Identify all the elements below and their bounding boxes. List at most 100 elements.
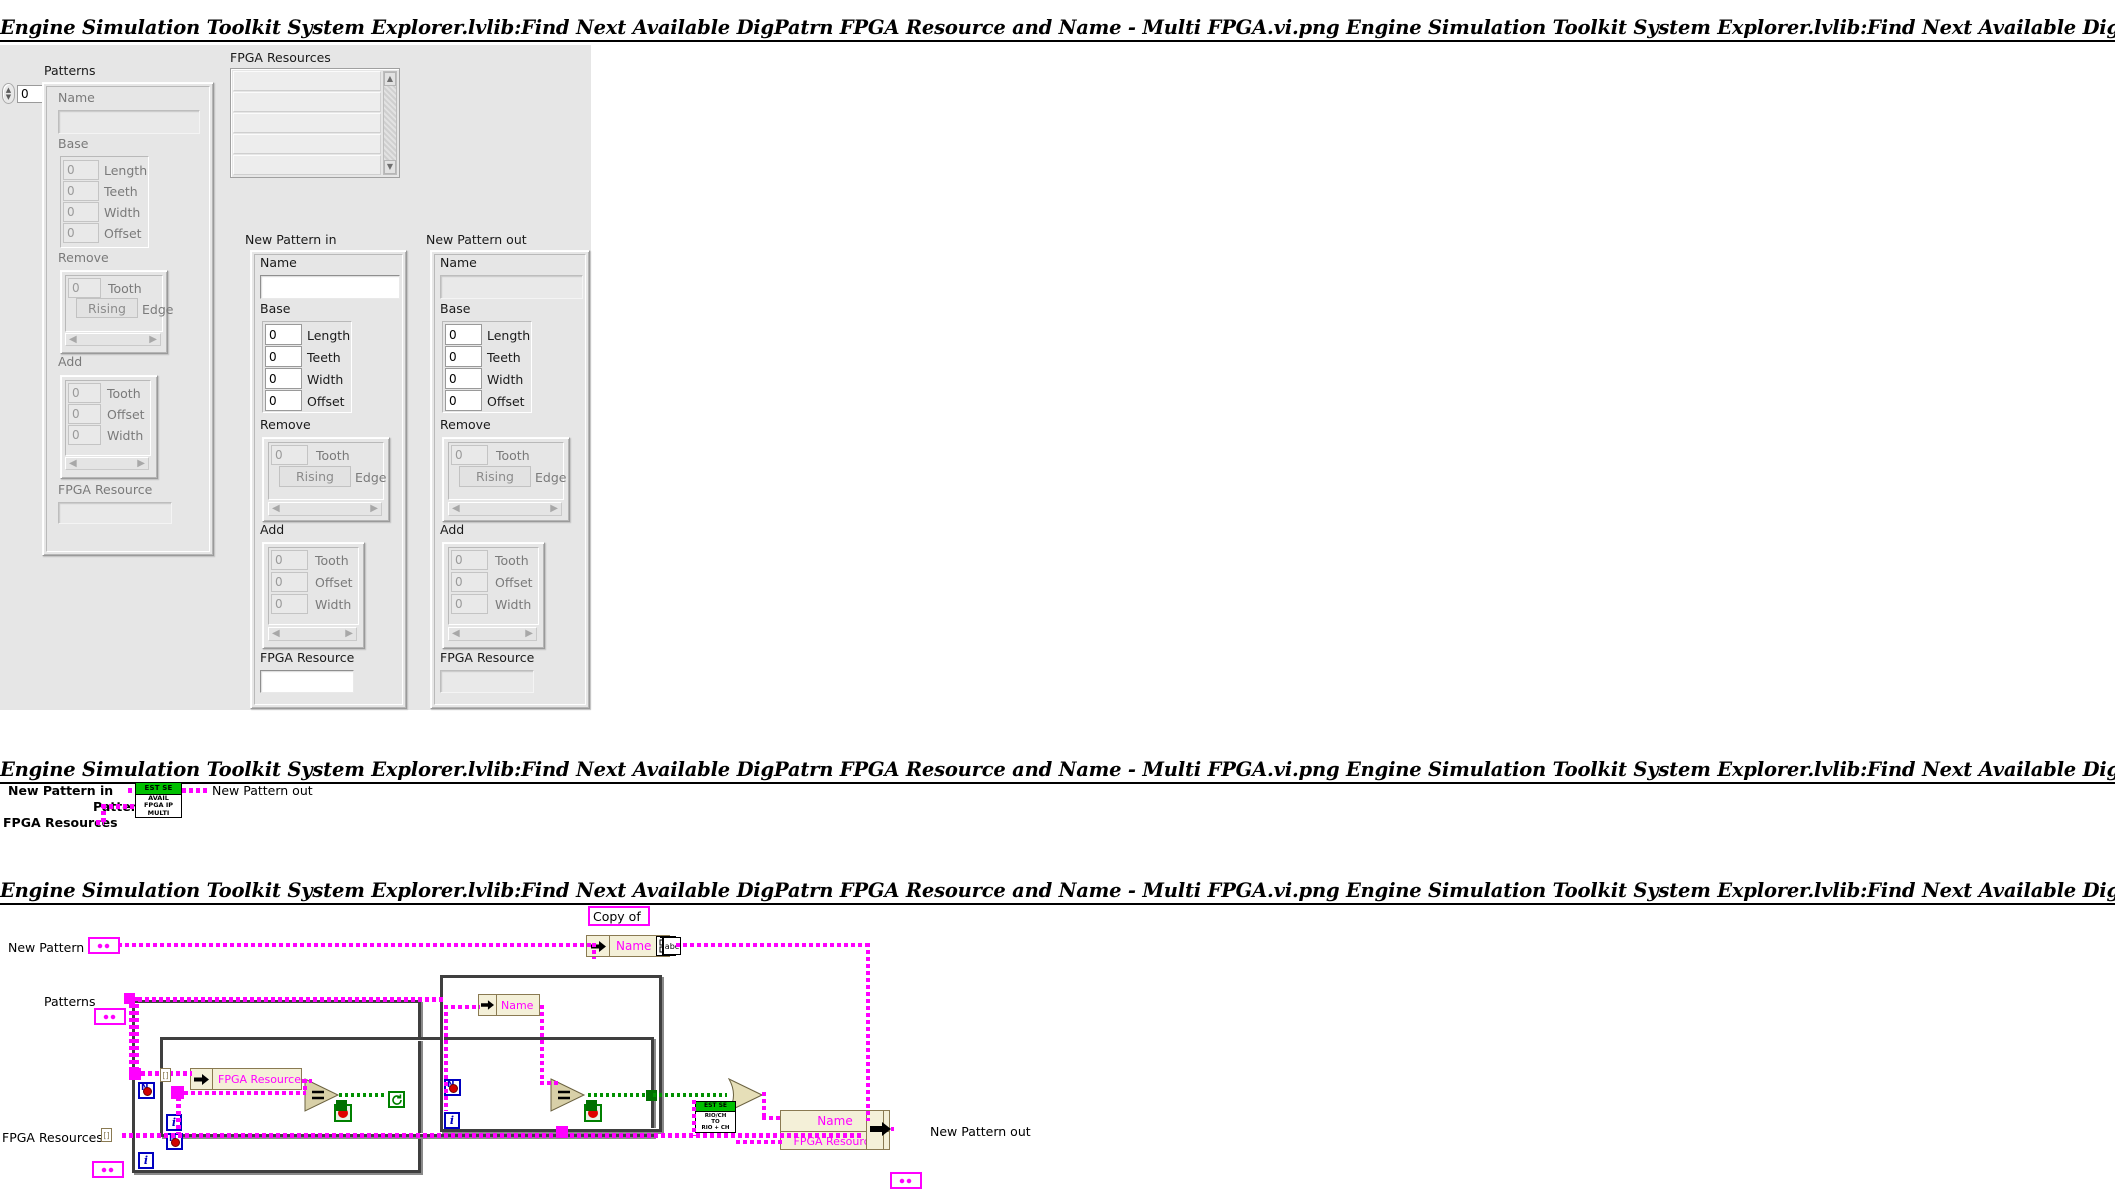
patterns-fpga-resource-field[interactable] <box>58 502 172 524</box>
fpga-resources-scrollbar[interactable]: ▲ ▼ <box>383 71 397 175</box>
fpga-resources-rows <box>233 71 381 175</box>
npi-remove-hscroll[interactable]: ◀ ▶ <box>268 502 382 516</box>
vi-icon-line-3: MULTI <box>147 808 170 817</box>
npi-add-tooth-label: Tooth <box>315 553 349 568</box>
bd-unbundle-name-second-label: Name <box>501 998 534 1012</box>
scroll-left-icon[interactable]: ◀ <box>272 504 280 514</box>
patterns-index-spinner[interactable]: ▲ ▼ <box>2 83 15 104</box>
patterns-base-teeth-field[interactable]: 0 <box>63 181 99 201</box>
scroll-right-icon[interactable]: ▶ <box>370 504 378 514</box>
patterns-base-width-field[interactable]: 0 <box>63 202 99 222</box>
patterns-remove-edge-label: Edge <box>142 302 174 317</box>
bd-wire-fpga-res-horizontal <box>122 1133 864 1138</box>
npo-remove-hscroll[interactable]: ◀ ▶ <box>448 502 562 516</box>
patterns-name-field[interactable] <box>58 110 200 134</box>
subvi-line-3: RIO + CH <box>701 1125 730 1131</box>
scroll-down-icon[interactable]: ▼ <box>384 160 396 174</box>
npi-base-teeth-label: Teeth <box>307 350 341 365</box>
list-item[interactable] <box>233 92 381 112</box>
connector-wire-in-3v <box>101 804 106 825</box>
new-pattern-out-content: Name Base 0 Length 0 Teeth 0 Width 0 Off… <box>436 254 584 704</box>
patterns-add-width-field[interactable]: 0 <box>68 425 101 445</box>
scroll-up-icon[interactable]: ▲ <box>384 72 396 86</box>
npi-fpga-resource-field[interactable] <box>260 670 354 693</box>
bd-wire-patterns-down <box>134 997 139 1071</box>
patterns-remove-label: Remove <box>58 250 109 265</box>
bd-label-fpga-resources: FPGA Resources <box>2 1130 103 1145</box>
patterns-remove-hscroll[interactable]: ◀ ▶ <box>65 333 161 346</box>
bd-indicator-new-pattern-out[interactable] <box>890 1172 922 1189</box>
list-item[interactable] <box>233 134 381 154</box>
scroll-right-icon[interactable]: ▶ <box>550 504 558 514</box>
scroll-right-icon[interactable]: ▶ <box>345 629 353 639</box>
npi-base-offset-field[interactable]: 0 <box>265 390 302 411</box>
bd-unbundle-fpga-resource: FPGA Resource <box>190 1068 302 1090</box>
npi-remove-edge-label: Edge <box>355 470 387 485</box>
npo-name-field <box>440 275 583 299</box>
npi-add-tooth-field[interactable]: 0 <box>271 550 308 570</box>
patterns-add-hscroll[interactable]: ◀ ▶ <box>65 457 149 470</box>
bd-terminal-fpga-resources[interactable] <box>92 1161 124 1178</box>
bd-wire-subvi-up <box>692 1100 696 1136</box>
bd-search-node <box>388 1091 405 1108</box>
scroll-right-icon[interactable]: ▶ <box>137 458 145 469</box>
bd-wire-second-unbundle-down <box>540 1005 544 1081</box>
scroll-left-icon[interactable]: ◀ <box>69 458 77 469</box>
npo-base-offset-label: Offset <box>487 394 525 409</box>
npo-add-tooth-label: Tooth <box>495 553 529 568</box>
npo-base-width-field: 0 <box>445 368 482 389</box>
bd-terminal-new-pattern-in[interactable] <box>88 937 120 954</box>
npi-name-label: Name <box>260 255 297 270</box>
npi-name-field[interactable] <box>260 275 400 299</box>
bd-wire-left-bus <box>129 997 134 1071</box>
bd-terminal-patterns[interactable] <box>94 1008 126 1025</box>
npo-add-tooth-field: 0 <box>451 550 488 570</box>
bd-subvi-rio-ch[interactable]: EST SE RIO/CH TO RIO + CH <box>695 1101 736 1133</box>
bd-copy-of-comment: Copy of <box>588 906 650 926</box>
npi-add-width-field[interactable]: 0 <box>271 594 308 614</box>
scroll-left-icon[interactable]: ◀ <box>452 629 460 639</box>
patterns-add-label: Add <box>58 354 83 369</box>
new-pattern-in-content: Name Base 0 Length 0 Teeth 0 Width 0 Off… <box>256 254 401 704</box>
scroll-right-icon[interactable]: ▶ <box>149 334 157 345</box>
scroll-left-icon[interactable]: ◀ <box>272 629 280 639</box>
npi-base-teeth-field[interactable]: 0 <box>265 346 302 367</box>
npo-base-teeth-label: Teeth <box>487 350 521 365</box>
patterns-base-offset-field[interactable]: 0 <box>63 223 99 243</box>
npo-remove-tooth-field: 0 <box>451 445 488 465</box>
bd-tunnel-fpga-res-inner <box>171 1086 184 1099</box>
patterns-add-offset-field[interactable]: 0 <box>68 404 101 424</box>
bd-index-node-1: [] <box>160 1068 171 1082</box>
patterns-name-label: Name <box>58 90 95 105</box>
npo-fpga-resource-label: FPGA Resource <box>440 650 535 665</box>
npi-base-width-field[interactable]: 0 <box>265 368 302 389</box>
bd-unbundle-name-second: Name <box>478 994 540 1016</box>
spinner-down-icon: ▼ <box>5 92 12 101</box>
patterns-base-offset-label: Offset <box>104 226 142 241</box>
patterns-add-tooth-field[interactable]: 0 <box>68 383 101 403</box>
npi-add-hscroll[interactable]: ◀ ▶ <box>268 627 357 641</box>
patterns-remove-edge-button[interactable]: Rising <box>76 298 138 318</box>
vi-icon-banner: EST SE <box>136 783 181 795</box>
npi-base-length-field[interactable]: 0 <box>265 324 302 345</box>
npi-remove-tooth-field[interactable]: 0 <box>271 445 308 465</box>
npo-name-label: Name <box>440 255 477 270</box>
count-dot-icon <box>143 1087 152 1096</box>
count-dot-icon <box>449 1084 458 1093</box>
npo-add-hscroll[interactable]: ◀ ▶ <box>448 627 537 641</box>
array-cluster-terminal-icon <box>102 1012 118 1021</box>
cluster-indicator-icon <box>898 1176 914 1185</box>
scroll-left-icon[interactable]: ◀ <box>452 504 460 514</box>
npo-remove-label: Remove <box>440 417 491 432</box>
list-item[interactable] <box>233 71 381 91</box>
fpga-resources-listbox[interactable]: ▲ ▼ <box>230 68 400 178</box>
list-item[interactable] <box>233 155 381 175</box>
patterns-base-length-field[interactable]: 0 <box>63 160 99 180</box>
npi-add-offset-field[interactable]: 0 <box>271 572 308 592</box>
scroll-left-icon[interactable]: ◀ <box>69 334 77 345</box>
npi-remove-edge-button[interactable]: Rising <box>279 466 351 487</box>
list-item[interactable] <box>233 113 381 133</box>
scroll-right-icon[interactable]: ▶ <box>525 629 533 639</box>
patterns-remove-tooth-field[interactable]: 0 <box>68 278 101 298</box>
npo-add-offset-label: Offset <box>495 575 533 590</box>
